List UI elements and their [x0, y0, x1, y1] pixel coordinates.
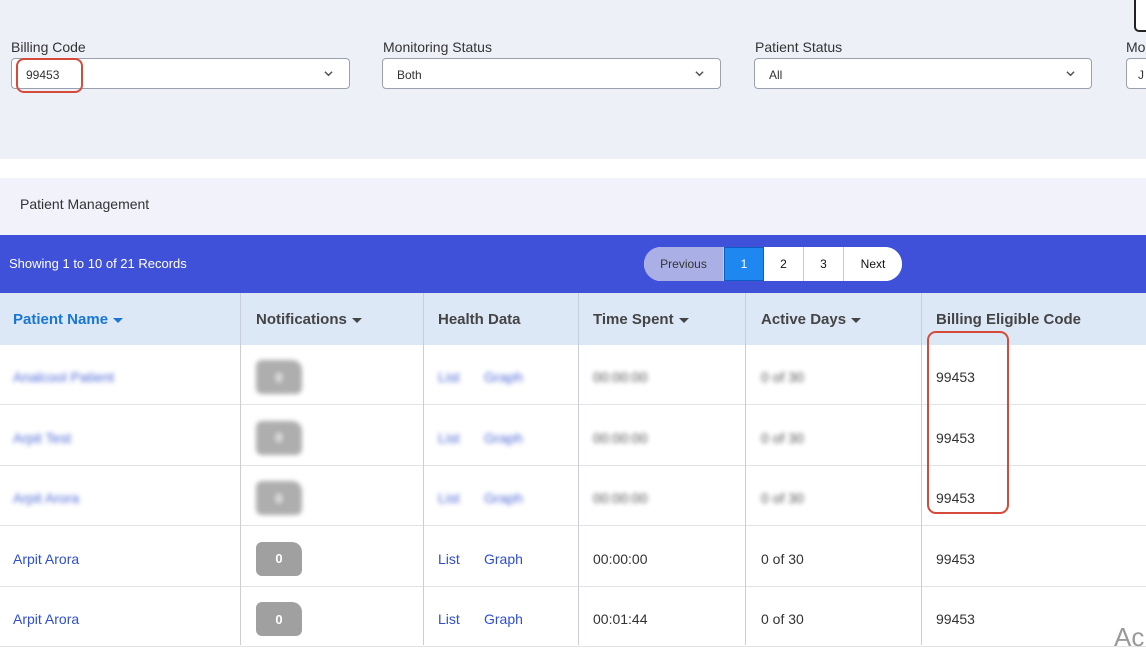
chevron-down-icon — [1066, 71, 1075, 77]
header-notifications[interactable]: Notifications — [256, 311, 362, 328]
section-title: Patient Management — [20, 196, 150, 212]
time-spent-value: 00:00:00 — [593, 429, 648, 446]
time-spent-value: 00:00:00 — [593, 550, 648, 567]
sort-caret-icon — [351, 317, 362, 323]
time-spent-value: 00:01:44 — [593, 611, 648, 627]
records-bar: Showing 1 to 10 of 21 Records Previous 1… — [0, 235, 1146, 293]
active-days-value: 0 of 30 — [761, 369, 804, 385]
patient-name-link[interactable]: Arpit Test — [13, 430, 71, 446]
monitoring-status-label: Monitoring Status — [383, 39, 492, 55]
patient-name-link[interactable]: Arpit Arora — [13, 551, 79, 567]
header-time-spent-label: Time Spent — [593, 311, 674, 328]
column-divider — [578, 293, 579, 645]
patient-name-link[interactable]: Analcool Patient — [13, 369, 114, 385]
graph-link[interactable]: Graph — [484, 369, 523, 385]
sort-caret-icon — [113, 317, 124, 323]
patient-status-select[interactable]: All — [754, 58, 1092, 89]
graph-link[interactable]: Graph — [484, 611, 523, 627]
header-patient-name-label: Patient Name — [13, 311, 109, 328]
header-health-data: Health Data — [438, 311, 521, 328]
header-patient-name[interactable]: Patient Name — [13, 311, 124, 328]
list-link[interactable]: List — [438, 369, 460, 385]
monitoring-status-value: Both — [397, 68, 422, 82]
table-row: Arpit Arora 0 List Graph 00:00:00 0 of 30 9945… — [0, 526, 1146, 587]
corner-button[interactable] — [1134, 0, 1146, 32]
header-active-days[interactable]: Active Days — [761, 311, 862, 328]
notification-badge[interactable]: 0 — [256, 420, 302, 455]
billing-code-label: Billing Code — [11, 39, 86, 55]
page-3-button[interactable]: 3 — [804, 247, 844, 281]
monitoring-status-select[interactable]: Both — [382, 58, 721, 89]
notification-badge[interactable]: 0 — [256, 541, 302, 576]
sort-caret-icon — [678, 317, 689, 323]
graph-link[interactable]: Graph — [484, 551, 523, 567]
header-notifications-label: Notifications — [256, 311, 347, 328]
patient-status-value: All — [769, 68, 783, 82]
header-active-days-label: Active Days — [761, 311, 847, 328]
next-page-button[interactable]: Next — [844, 247, 902, 281]
sort-caret-icon — [851, 317, 862, 323]
active-days-value: 0 of 30 — [761, 429, 804, 446]
column-divider — [423, 293, 424, 645]
list-link[interactable]: List — [438, 611, 460, 627]
pagination: Previous 1 2 3 Next — [644, 247, 902, 281]
page-2-button[interactable]: 2 — [764, 247, 804, 281]
active-days-value: 0 of 30 — [761, 611, 804, 627]
notification-badge[interactable]: 0 — [256, 360, 302, 394]
month-label: Mo — [1126, 39, 1146, 55]
previous-page-button[interactable]: Previous — [644, 247, 724, 281]
month-value: J — [1138, 68, 1144, 82]
watermark-text: Ac — [1114, 622, 1145, 652]
list-link[interactable]: List — [438, 490, 460, 506]
filter-panel: Billing Code 99453 Monitoring Status Bot… — [0, 0, 1146, 159]
active-days-value: 0 of 30 — [761, 550, 804, 567]
table-row: Arpit Arora 0 List Graph 00:01:44 0 of 30 9945… — [0, 587, 1146, 647]
header-time-spent[interactable]: Time Spent — [593, 311, 689, 328]
page-1-button[interactable]: 1 — [724, 247, 764, 281]
graph-link[interactable]: Graph — [484, 430, 523, 446]
section-header: Patient Management — [0, 178, 1146, 235]
patient-name-link[interactable]: Arpit Arora — [13, 611, 79, 627]
list-link[interactable]: List — [438, 430, 460, 446]
chevron-down-icon — [695, 71, 704, 77]
column-divider — [921, 293, 922, 645]
records-summary: Showing 1 to 10 of 21 Records — [9, 256, 187, 271]
graph-link[interactable]: Graph — [484, 490, 523, 506]
patient-name-link[interactable]: Arpit Arora — [13, 490, 79, 506]
column-divider — [745, 293, 746, 645]
header-billing-eligible-code: Billing Eligible Code — [936, 311, 1082, 328]
patient-status-label: Patient Status — [755, 39, 843, 55]
billing-code-highlight — [16, 58, 83, 93]
chevron-down-icon — [324, 71, 333, 77]
billing-code-column-highlight — [927, 331, 1009, 514]
column-divider — [240, 293, 241, 645]
billing-code-value: 99453 — [936, 611, 975, 627]
active-days-value: 0 of 30 — [761, 490, 804, 506]
billing-code-value: 99453 — [936, 550, 975, 567]
notification-badge[interactable]: 0 — [256, 602, 302, 636]
time-spent-value: 00:00:00 — [593, 490, 648, 506]
time-spent-value: 00:00:00 — [593, 369, 648, 385]
month-select[interactable]: J — [1126, 58, 1146, 89]
list-link[interactable]: List — [438, 551, 460, 567]
notification-badge[interactable]: 0 — [256, 481, 302, 515]
